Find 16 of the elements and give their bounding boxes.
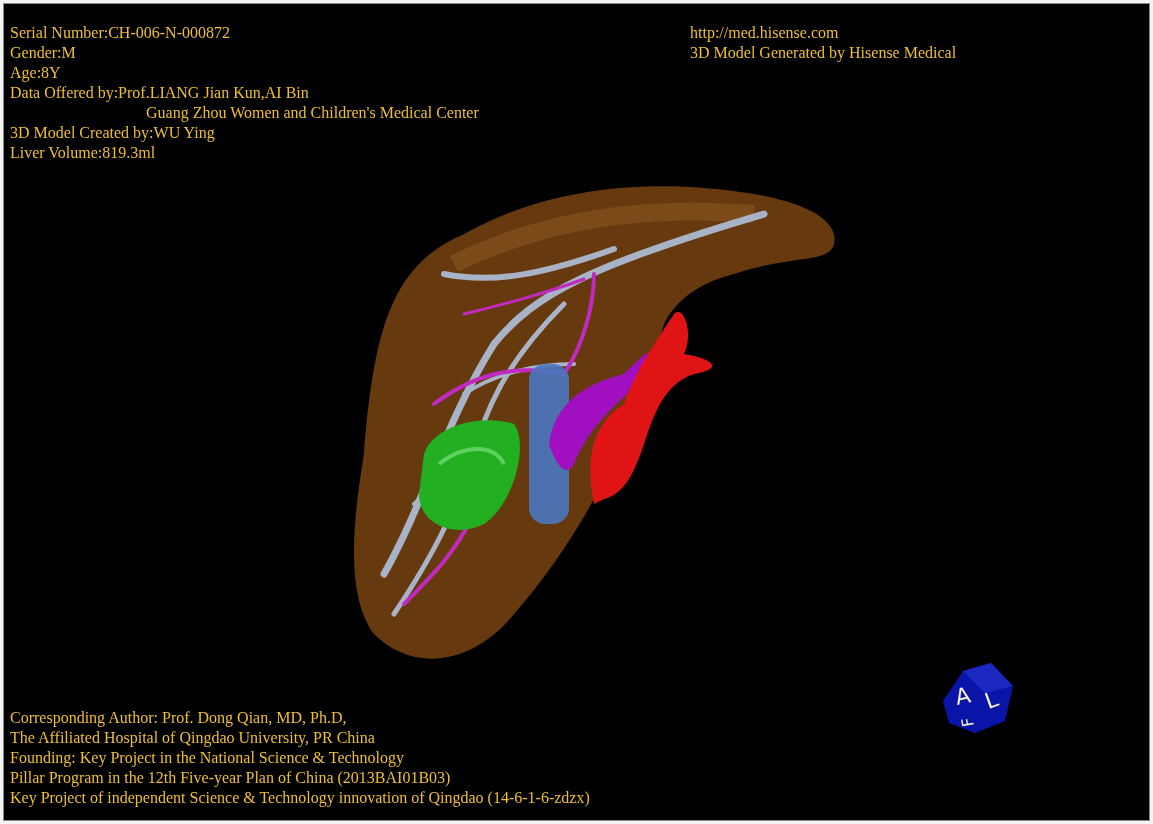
- info-text: 3D Model Created by:WU Ying: [10, 123, 215, 143]
- info-text: Serial Number:CH-006-N-000872: [10, 23, 230, 43]
- footer-text: Pillar Program in the 12th Five-year Plan of China (2013BAI01B03): [10, 768, 451, 788]
- info-text: Data Offered by:Prof.LIANG Jian Kun,AI Bin: [10, 83, 309, 103]
- viewport[interactable]: [3, 3, 1150, 821]
- credit-text: http://med.hisense.com: [690, 23, 840, 43]
- orientation-cube-drawing[interactable]: A L F: [941, 661, 1015, 735]
- info-text: Liver Volume:819.3ml: [10, 143, 156, 163]
- footer-text: The Affiliated Hospital of Qingdao University, PR China: [10, 728, 375, 748]
- info-text: Age:8Y: [10, 63, 61, 83]
- info-text: Guang Zhou Women and Children's Medical Center: [146, 103, 479, 123]
- info-text: Gender:M: [10, 43, 76, 63]
- footer-text: Key Project of independent Science & Technology innovation of Qingdao (14-6-1-6-zdzx): [10, 788, 590, 808]
- credit-text: 3D Model Generated by Hisense Medical: [690, 43, 957, 63]
- footer-text: Founding: Key Project in the National Science & Technology: [10, 748, 405, 768]
- footer-text: Corresponding Author: Prof. Dong Qian, MD, Ph.D,: [10, 708, 347, 728]
